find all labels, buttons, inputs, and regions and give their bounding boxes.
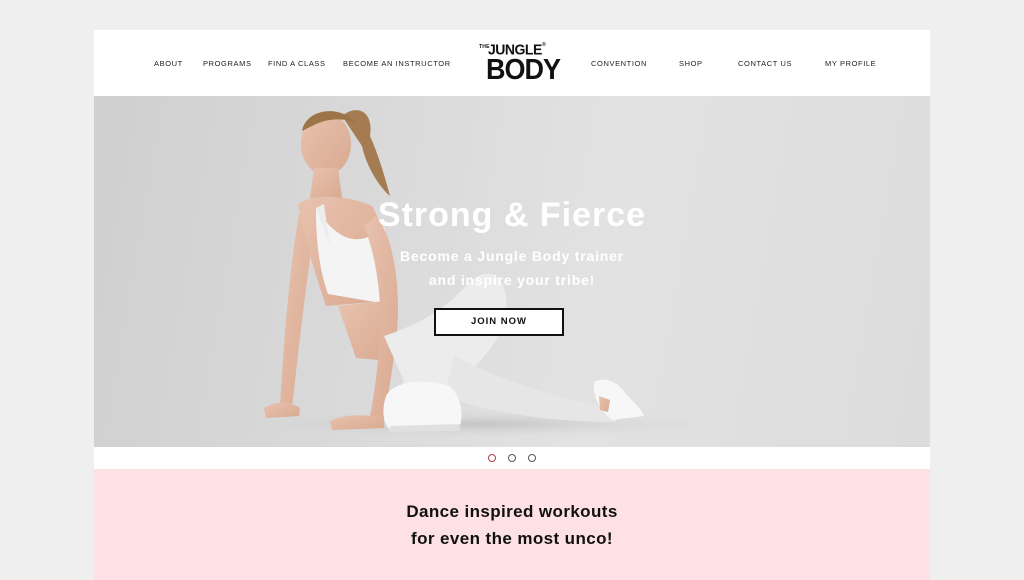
tagline-line2: for even the most unco!: [411, 529, 613, 548]
nav-my-profile[interactable]: MY PROFILE: [825, 59, 876, 68]
carousel-dot-1[interactable]: [488, 454, 496, 462]
carousel-dot-2[interactable]: [508, 454, 516, 462]
carousel-dot-3[interactable]: [528, 454, 536, 462]
join-now-button[interactable]: JOIN NOW: [434, 308, 564, 336]
logo-body-text: BODY: [486, 53, 561, 86]
hero-subtitle-line2: and inspire your tribe!: [428, 272, 596, 288]
site-header: ABOUT PROGRAMS FIND A CLASS BECOME AN IN…: [94, 30, 930, 96]
tagline-section: Dance inspired workouts for even the mos…: [94, 469, 930, 580]
tagline-line1: Dance inspired workouts: [406, 502, 618, 521]
nav-contact-us[interactable]: CONTACT US: [738, 59, 792, 68]
hero-subtitle-line1: Become a Jungle Body trainer: [400, 248, 624, 264]
nav-become-an-instructor[interactable]: BECOME AN INSTRUCTOR: [343, 59, 451, 68]
hero-banner: Strong & Fierce Become a Jungle Body tra…: [94, 96, 930, 447]
logo-registered-mark: ®: [542, 42, 546, 48]
nav-find-a-class[interactable]: FIND A CLASS: [268, 59, 326, 68]
jungle-body-logo[interactable]: THE JUNGLE ® BODY: [478, 42, 561, 86]
nav-about[interactable]: ABOUT: [154, 59, 183, 68]
hero-title: Strong & Fierce: [377, 196, 647, 234]
nav-convention[interactable]: CONVENTION: [591, 59, 647, 68]
page-container: ABOUT PROGRAMS FIND A CLASS BECOME AN IN…: [94, 30, 930, 580]
nav-shop[interactable]: SHOP: [679, 59, 703, 68]
carousel-indicators: [94, 447, 930, 469]
nav-programs[interactable]: PROGRAMS: [203, 59, 252, 68]
